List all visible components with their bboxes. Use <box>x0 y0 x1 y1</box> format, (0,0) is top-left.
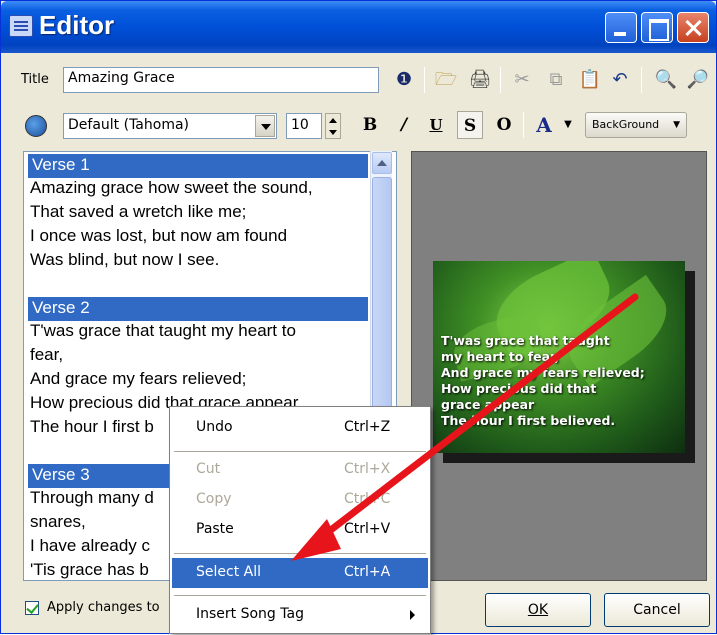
slide-line: T'was grace that taught <box>441 333 610 348</box>
outline-button[interactable]: O <box>491 111 517 139</box>
background-label: BackGround <box>592 118 660 131</box>
background-button[interactable]: BackGround ▼ <box>585 112 687 138</box>
menu-item-copy[interactable]: Copy Ctrl+C <box>172 485 428 515</box>
language-globe-icon[interactable] <box>25 115 47 137</box>
slide-line: How precious did that <box>441 381 597 396</box>
underline-button[interactable]: U <box>423 111 449 139</box>
menu-item-label: Undo <box>196 419 233 435</box>
lyric-line[interactable]: Was blind, but now I see. <box>30 250 219 270</box>
font-family-value: Default (Tahoma) <box>68 117 189 133</box>
menu-item-paste[interactable]: Paste Ctrl+V <box>172 515 428 545</box>
apply-changes-label: Apply changes to <box>47 600 160 615</box>
zoom-out-icon[interactable]: 🔎 <box>685 68 711 92</box>
verse-header[interactable]: Verse 1 <box>28 154 368 178</box>
menu-item-select-all[interactable]: Select All Ctrl+A <box>172 558 428 588</box>
slide-line: my heart to fear, <box>441 349 560 364</box>
copy-icon[interactable]: ⧉ <box>543 68 569 92</box>
lyric-line[interactable]: T'was grace that taught my heart to <box>30 321 296 341</box>
title-bar[interactable]: Editor <box>1 1 716 53</box>
menu-item-shortcut: Ctrl+X <box>344 461 391 477</box>
cut-icon[interactable]: ✂ <box>509 68 535 92</box>
font-size-stepper[interactable] <box>325 113 341 139</box>
lyric-line[interactable]: Amazing grace how sweet the sound, <box>30 178 313 198</box>
app-icon <box>9 15 33 37</box>
window-title: Editor <box>39 10 115 40</box>
zoom-in-icon[interactable]: 🔍 <box>653 68 679 92</box>
editor-window: Editor Title Amazing Grace ❶ 🗁 🖨 ✂ ⧉ 📋 ↶… <box>0 0 717 634</box>
title-input[interactable]: Amazing Grace <box>63 67 379 93</box>
menu-separator <box>174 553 426 554</box>
menu-item-label: Insert Song Tag <box>196 606 304 622</box>
menu-item-label: Copy <box>196 491 232 507</box>
menu-item-undo[interactable]: Undo Ctrl+Z <box>172 413 428 443</box>
toolbar-separator <box>500 67 501 93</box>
ok-label: OK <box>527 602 549 618</box>
lyric-line[interactable]: That saved a wretch like me; <box>30 202 246 222</box>
shadow-button[interactable]: S <box>457 111 483 139</box>
maximize-button[interactable] <box>641 12 673 43</box>
scroll-up-arrow[interactable] <box>372 152 392 174</box>
menu-separator <box>174 595 426 596</box>
close-button[interactable] <box>677 12 709 43</box>
font-size-input[interactable]: 10 <box>286 113 322 139</box>
font-color-dropdown-icon[interactable]: ▼ <box>561 111 575 139</box>
menu-item-label: Cut <box>196 461 221 477</box>
apply-changes-checkbox[interactable] <box>25 601 39 615</box>
chevron-down-icon[interactable] <box>255 115 275 137</box>
cancel-label: Cancel <box>633 602 681 618</box>
open-folder-icon[interactable]: 🗁 <box>433 68 459 92</box>
lyric-line[interactable]: Through many d <box>30 488 154 508</box>
ok-button[interactable]: OK <box>485 593 591 627</box>
toolbar-separator <box>523 112 524 138</box>
lyric-line[interactable]: The hour I first b <box>30 417 154 437</box>
bold-button[interactable]: B <box>357 111 383 139</box>
menu-item-shortcut: Ctrl+C <box>344 491 391 507</box>
cancel-button[interactable]: Cancel <box>604 593 710 627</box>
lyric-line[interactable]: snares, <box>30 512 86 532</box>
lyric-line[interactable]: I once was lost, but now am found <box>30 226 287 246</box>
slide-lyrics-text: T'was grace that taught my heart to fear,… <box>441 333 645 429</box>
toolbar-separator <box>424 67 425 93</box>
verse-header[interactable]: Verse 2 <box>28 297 368 321</box>
minimize-button[interactable] <box>605 12 637 43</box>
font-color-button[interactable]: A <box>531 111 557 139</box>
slide-line: And grace my fears relieved; <box>441 365 645 380</box>
info-icon[interactable]: ❶ <box>391 68 417 92</box>
menu-item-shortcut: Ctrl+V <box>344 521 391 537</box>
print-icon[interactable]: 🖨 <box>467 68 493 92</box>
toolbar-separator <box>641 67 642 93</box>
paste-icon[interactable]: 📋 <box>577 68 603 92</box>
lyric-line[interactable]: And grace my fears relieved; <box>30 369 246 389</box>
menu-item-label: Select All <box>196 564 261 580</box>
menu-item-shortcut: Ctrl+Z <box>344 419 391 435</box>
scroll-thumb[interactable] <box>372 177 392 412</box>
menu-item-insert-song-tag[interactable]: Insert Song Tag <box>172 600 428 630</box>
lyric-line[interactable]: 'Tis grace has b <box>30 560 149 580</box>
menu-item-shortcut: Ctrl+A <box>344 564 391 580</box>
slide-line: The hour I first believed. <box>441 413 616 428</box>
submenu-arrow-icon <box>410 610 415 620</box>
menu-separator <box>174 451 426 452</box>
font-family-select[interactable]: Default (Tahoma) <box>63 113 277 139</box>
title-label: Title <box>21 72 49 87</box>
undo-icon[interactable]: ↶ <box>607 68 633 92</box>
slide-preview: T'was grace that taught my heart to fear,… <box>433 261 685 453</box>
lyric-line[interactable]: I have already c <box>30 536 150 556</box>
menu-item-cut[interactable]: Cut Ctrl+X <box>172 455 428 485</box>
chevron-down-icon: ▼ <box>673 120 680 130</box>
menu-item-label: Paste <box>196 521 234 537</box>
lyric-line[interactable]: fear, <box>30 345 63 365</box>
slide-line: grace appear <box>441 397 535 412</box>
italic-button[interactable]: / <box>391 111 417 139</box>
context-menu: Undo Ctrl+Z Cut Ctrl+X Copy Ctrl+C Paste… <box>169 406 431 634</box>
